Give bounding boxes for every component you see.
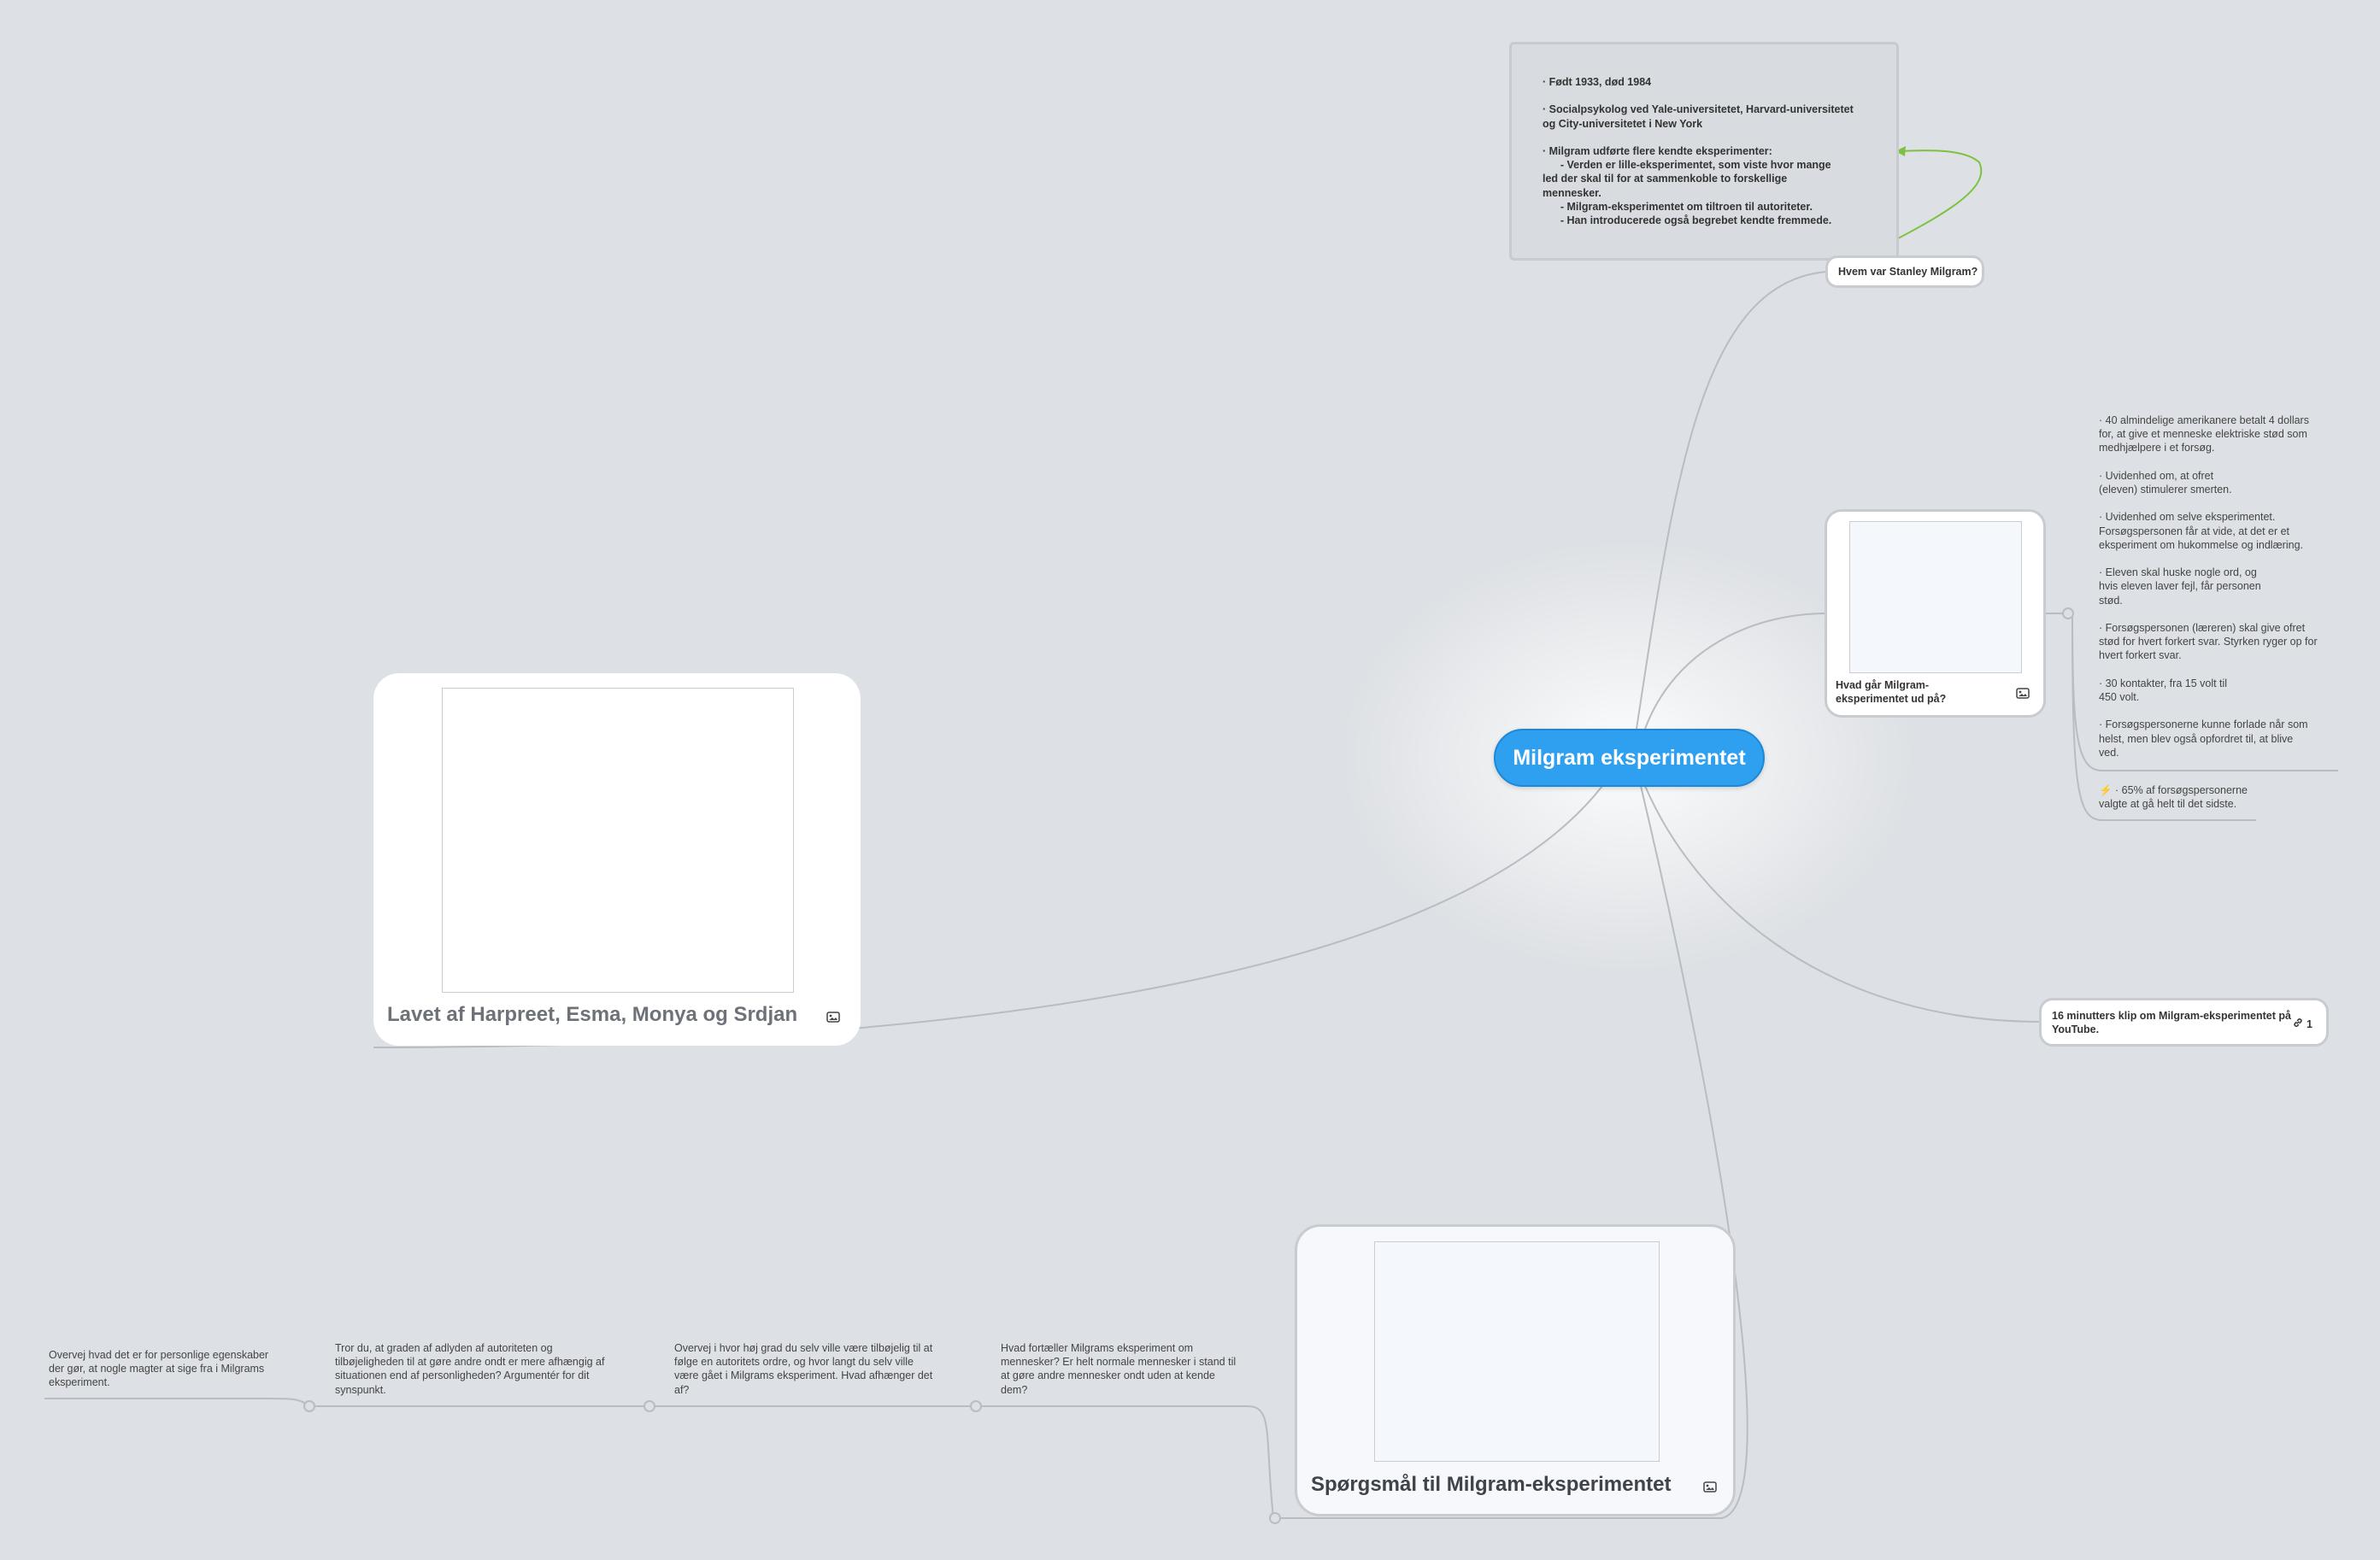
topic-lavet-label: Lavet af Harpreet, Esma, Monya og Srdjan xyxy=(387,1003,798,1026)
question-item[interactable]: Overvej hvad det er for personlige egens… xyxy=(49,1348,297,1390)
sporgsmal-image-placeholder xyxy=(1374,1241,1660,1462)
image-icon[interactable] xyxy=(826,1012,840,1023)
link-count: 1 xyxy=(2307,1018,2312,1030)
connector-klip xyxy=(1644,785,2042,1023)
link-icon xyxy=(2292,1017,2304,1032)
topic-sporgsmal[interactable]: Spørgsmål til Milgram-eksperimentet xyxy=(1295,1224,1736,1516)
hvad-image-placeholder xyxy=(1849,521,2022,673)
topic-klip-label: 16 minutters klip om Milgram-eksperiment… xyxy=(2052,1010,2291,1035)
image-icon[interactable] xyxy=(2016,688,2030,699)
question-item[interactable]: Tror du, at graden af adlyden af autorit… xyxy=(335,1341,626,1397)
connector-lines xyxy=(44,146,2338,1524)
stanley-note-line: · Socialpsykolog ved Yale-universitetet,… xyxy=(1543,103,1854,130)
collapse-dot-q1[interactable] xyxy=(970,1400,982,1412)
link-indicator[interactable]: 1 xyxy=(2292,1017,2312,1032)
fact-item-last[interactable]: ⚡ · 65% af forsøgspersonerne valgte at g… xyxy=(2099,783,2278,811)
connector-hvad xyxy=(1644,613,1828,730)
connector-q4 xyxy=(44,1397,310,1407)
lavet-image-placeholder xyxy=(442,688,794,993)
image-icon[interactable] xyxy=(1703,1481,1717,1493)
question-item[interactable]: Overvej i hvor høj grad du selv ville væ… xyxy=(674,1341,956,1397)
fact-item[interactable]: · Uvidenhed om selve eksperimentet. Fors… xyxy=(2099,510,2334,552)
topic-sporgsmal-label: Spørgsmål til Milgram-eksperimentet xyxy=(1311,1473,1672,1496)
central-topic[interactable]: Milgram eksperimentet xyxy=(1494,729,1765,787)
stanley-note-line: · Født 1933, død 1984 xyxy=(1543,76,1652,88)
fact-item[interactable]: · 30 kontakter, fra 15 volt til 450 volt… xyxy=(2099,677,2334,704)
collapse-dot-q2[interactable] xyxy=(643,1400,655,1412)
fact-item[interactable]: · Eleven skal huske nogle ord, og hvis e… xyxy=(2099,566,2334,607)
question-item[interactable]: Hvad fortæller Milgrams eksperiment om m… xyxy=(1001,1341,1257,1397)
collapse-dot-facts[interactable] xyxy=(2062,607,2074,619)
topic-klip[interactable]: 16 minutters klip om Milgram-eksperiment… xyxy=(2039,998,2329,1047)
topic-stanley-label: Hvem var Stanley Milgram? xyxy=(1838,266,1978,278)
topic-lavet[interactable]: Lavet af Harpreet, Esma, Monya og Srdjan xyxy=(373,673,861,1046)
collapse-dot-q3[interactable] xyxy=(303,1400,315,1412)
fact-item[interactable]: · Uvidenhed om, at ofret (eleven) stimul… xyxy=(2099,469,2334,496)
fact-item[interactable]: · Forsøgspersonerne kunne forlade når so… xyxy=(2099,718,2334,759)
fact-item[interactable]: · Forsøgspersonen (læreren) skal give of… xyxy=(2099,621,2334,663)
collapse-dot-sporg[interactable] xyxy=(1269,1512,1281,1524)
central-topic-label: Milgram eksperimentet xyxy=(1513,745,1746,770)
topic-stanley[interactable]: Hvem var Stanley Milgram? xyxy=(1825,255,1984,288)
fact-item[interactable]: · 40 almindelige amerikanere betalt 4 do… xyxy=(2099,413,2334,455)
connector-stanley xyxy=(1636,271,1828,730)
topic-hvad-label: Hvad går Milgram-eksperimentet ud på? xyxy=(1836,679,1947,705)
stanley-note-line: · Milgram udførte flere kendte eksperime… xyxy=(1543,145,1832,227)
stanley-note[interactable]: · Født 1933, død 1984 · Socialpsykolog v… xyxy=(1509,42,1899,261)
connector-q1 xyxy=(976,1405,1274,1519)
hvad-facts: · 40 almindelige amerikanere betalt 4 do… xyxy=(2099,413,2334,773)
topic-hvad[interactable]: Hvad går Milgram-eksperimentet ud på? xyxy=(1825,509,2046,718)
